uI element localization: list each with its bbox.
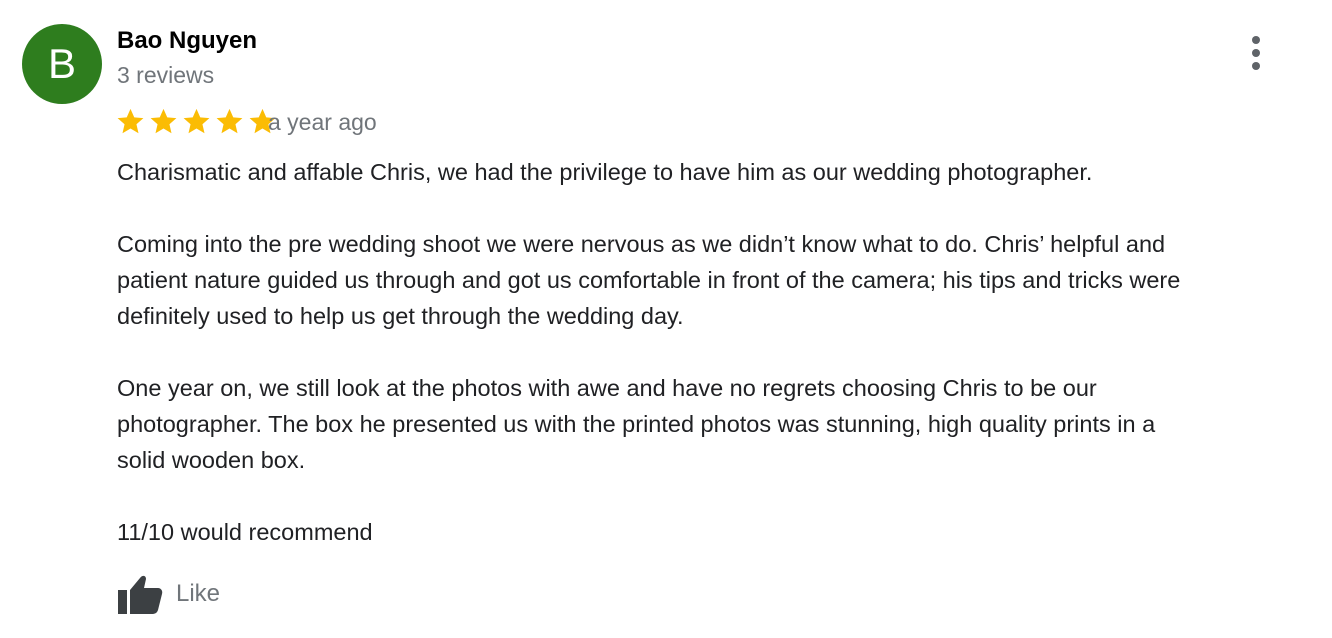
like-label: Like [176,580,221,607]
review-paragraph: One year on, we still look at the photos… [117,375,1156,473]
star-icon [183,108,210,134]
review-card: B Bao Nguyen 3 reviews a year ago Charis… [0,0,1332,638]
more-vert-icon-dot [1252,36,1260,44]
review-paragraph: Coming into the pre wedding shoot we wer… [117,231,1181,329]
star-rating [115,106,278,137]
review-date: a year ago [268,109,377,135]
more-options-button[interactable] [1238,32,1274,74]
review-paragraph: Charismatic and affable Chris, we had th… [117,159,1093,185]
review-paragraph: 11/10 would recommend [117,519,373,545]
more-vert-icon-dot [1252,62,1260,70]
thumb-up-icon [118,575,163,614]
avatar[interactable]: B [22,24,102,104]
like-button[interactable]: Like [116,572,220,616]
star-icon [216,108,243,134]
star-icon [150,108,177,134]
review-text: Charismatic and affable Chris, we had th… [117,154,1317,550]
more-vert-icon-dot [1252,49,1260,57]
star-icon [117,108,144,134]
review-count: 3 reviews [117,62,215,88]
author-name[interactable]: Bao Nguyen [117,26,257,56]
